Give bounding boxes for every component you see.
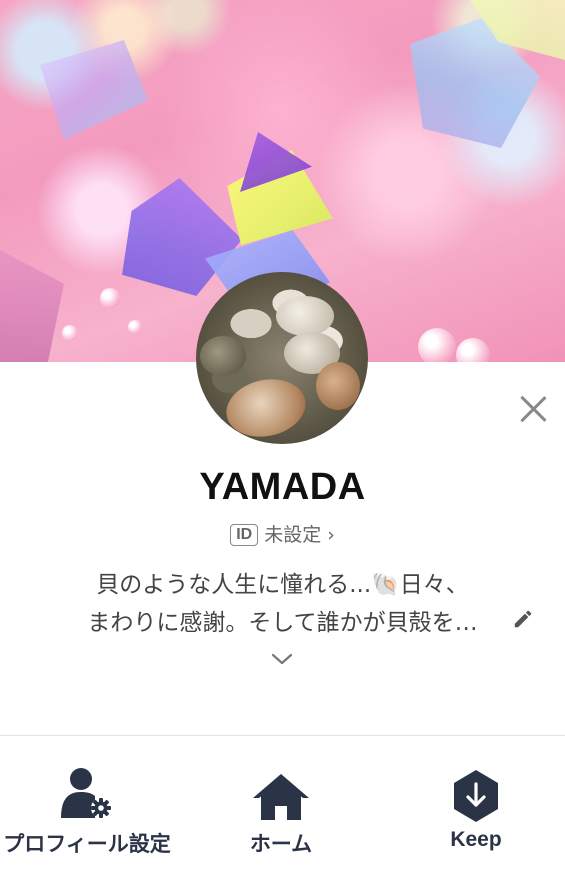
keep-icon [454,770,498,822]
profile-name: YAMADA [199,466,366,508]
keep-button[interactable]: Keep [386,760,565,852]
cover-bubble [62,325,78,341]
profile-settings-label: プロフィール設定 [3,833,171,856]
pencil-icon[interactable] [512,608,534,630]
close-icon[interactable] [514,390,552,428]
id-badge: ID [230,524,259,546]
bottom-divider [0,735,565,736]
avatar-shell [221,372,311,444]
id-value: 未設定 [264,524,322,546]
home-icon [253,774,309,820]
id-setting-link[interactable]: ID 未設定 › [0,520,565,547]
status-line-2: まわりに感謝。そして誰かが貝殻を… [87,610,478,636]
cover-bubble [100,288,120,308]
cover-bubble [456,338,490,362]
profile-avatar[interactable] [196,272,368,444]
avatar-shell [316,362,360,410]
profile-settings-icon [61,768,111,818]
status-message[interactable]: 貝のような人生に憧れる...🐚日々、 まわりに感謝。そして誰かが貝殻を… [40,566,525,642]
chevron-down-icon[interactable] [270,650,294,668]
cover-bubble [418,328,456,362]
profile-settings-button[interactable]: プロフィール設定 [0,760,177,858]
keep-label: Keep [450,828,502,851]
cover-crystal-shard [40,40,148,140]
avatar-shell [276,296,334,336]
cover-crystal-shard [0,250,64,362]
cover-bubble [128,320,142,334]
chevron-right-icon: › [327,524,335,546]
home-label: ホーム [249,833,313,856]
avatar-shell [200,336,246,376]
home-button[interactable]: ホーム [191,760,371,858]
status-line-1: 貝のような人生に憧れる...🐚日々、 [96,572,469,598]
